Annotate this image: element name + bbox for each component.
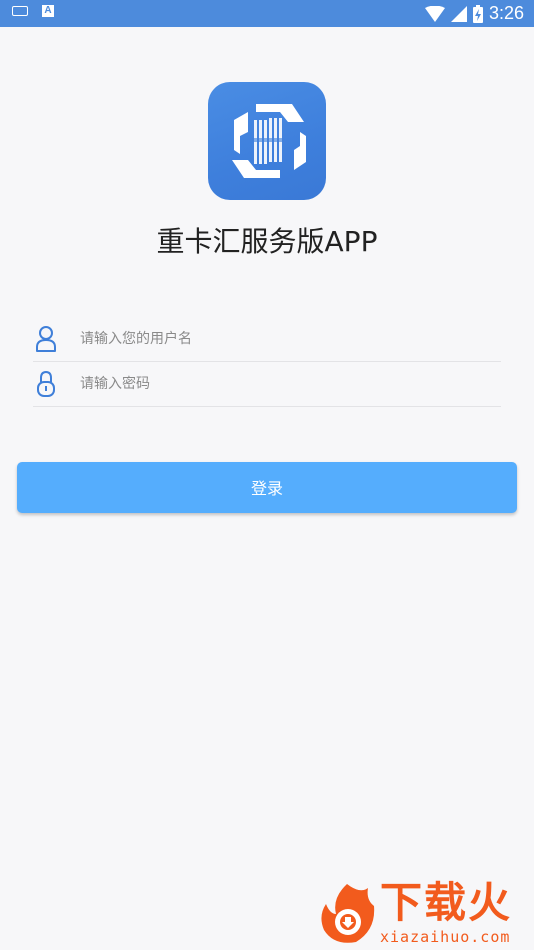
app-logo-mark: [232, 104, 306, 178]
login-button[interactable]: 登录: [17, 462, 517, 513]
username-input[interactable]: [80, 317, 490, 361]
login-screen: A 3:26 重卡汇服务版APP 请输入您的用户名 登录 下载火 xiazaih…: [0, 0, 534, 950]
status-bar-left: A: [12, 5, 54, 17]
app-title: 重卡汇服务版APP: [156, 225, 378, 258]
status-bar: A 3:26: [0, 0, 534, 27]
watermark: 下载火 xiazaihuo.com: [312, 878, 534, 950]
wifi-icon: [424, 5, 445, 22]
battery-icon: [472, 4, 483, 23]
password-field: [33, 362, 501, 407]
flame-logo-icon: [321, 884, 375, 943]
app-logo-icon: [208, 82, 326, 200]
a-notification-icon: A: [42, 5, 54, 17]
username-field: [33, 317, 501, 362]
status-time: 3:26: [488, 3, 524, 23]
watermark-url: xiazaihuo.com: [380, 928, 511, 946]
keyboard-icon: [12, 6, 28, 16]
status-bar-right: 3:26: [424, 3, 524, 24]
password-input[interactable]: [80, 362, 490, 406]
lock-icon: [37, 370, 55, 397]
user-icon: [36, 326, 56, 352]
watermark-text: 下载火: [380, 878, 513, 927]
cell-signal-icon: [450, 5, 467, 22]
